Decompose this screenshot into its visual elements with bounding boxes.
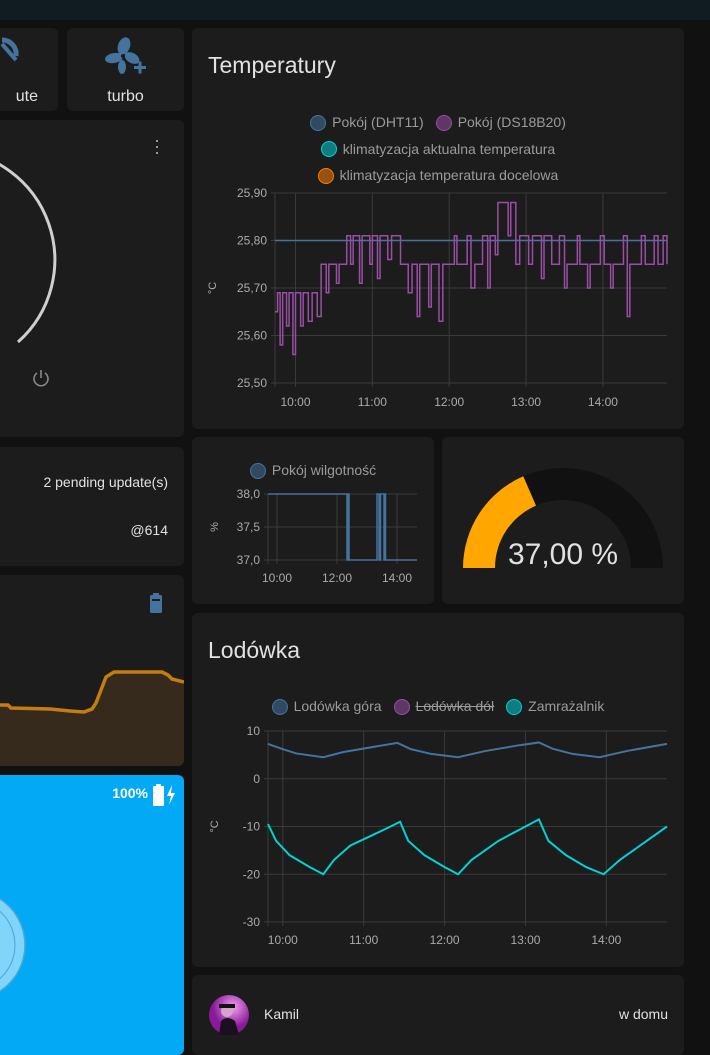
x-tick-label: 12:00 [430,933,460,947]
y-tick-label: -10 [243,820,261,834]
x-tick-label: 11:00 [349,933,378,947]
x-tick-label: 12:00 [322,571,352,585]
thermostat-card: · · · [0,120,184,437]
battery-graph-card[interactable] [0,575,184,766]
y-tick-label: 37,0 [237,553,261,567]
x-tick-label: 12:00 [434,395,464,409]
x-tick-label: 13:00 [510,933,540,947]
y-tick-label: 37,5 [237,520,261,534]
y-tick-label: 25,60 [237,329,267,343]
temperature-chart[interactable]: 25,50 25,60 25,70 25,80 25,90 10:00 11:00 12:00… [192,28,684,429]
battery-history-graph [0,670,184,766]
y-tick-label: 38,0 [237,487,261,501]
x-tick-label: 13:00 [511,395,541,409]
y-tick-label: 25,50 [237,376,267,390]
version-text: @614 [130,522,168,538]
humidity-gauge [463,468,663,568]
y-tick-label: 25,70 [237,281,267,295]
person-name: Kamil [264,1006,300,1022]
y-axis-label: °C [209,820,221,832]
humidity-gauge-card[interactable]: 37,00 % [442,437,684,604]
x-tick-label: 10:00 [262,571,292,585]
y-tick-label: 25,90 [237,186,267,200]
person-state: w domu [618,1006,668,1022]
top-bar [0,0,710,20]
y-axis-label: % [209,522,221,532]
thermostat-dial[interactable] [0,120,184,437]
turbo-label: turbo [107,88,144,105]
x-tick-label: 10:00 [268,933,298,947]
x-tick-label: 11:00 [358,395,387,409]
temperature-card: Temperatury Pokój (DHT11) Pokój (DS18B20)… [192,28,684,429]
y-tick-label: 25,80 [237,234,267,248]
fridge-card: Lodówka Lodówka góra Lodówka dół Zamrażaln… [192,613,684,967]
fridge-chart[interactable]: -30 -20 -10 0 10 10:00 11:00 12:00 13:00 14:00 °C [192,613,684,967]
pending-updates-text: 2 pending update(s) [43,474,168,490]
y-tick-label: -20 [243,867,261,881]
y-axis-label: °C [207,282,219,294]
humidity-card: Pokój wilgotność 37,0 37,5 38,0 10:00 12:00 1… [192,437,434,604]
x-tick-label: 14:00 [588,395,618,409]
gauge-value: 37,00 % [507,538,619,571]
x-tick-label: 10:00 [280,395,310,409]
vacuum-card[interactable]: 100% [0,775,184,1055]
fan-plus-icon [105,37,146,74]
mute-button[interactable]: ute [0,28,58,111]
humidity-chart[interactable]: 37,0 37,5 38,0 10:00 12:00 14:00% [192,437,434,604]
updates-card[interactable]: 2 pending update(s) @614 [0,447,184,566]
y-tick-label: -30 [243,915,261,929]
power-icon[interactable] [32,369,50,387]
x-tick-label: 14:00 [591,933,621,947]
mute-label: ute [15,88,38,105]
series-line [267,741,668,759]
series-line [275,201,668,356]
vacuum-robot-image [0,898,26,992]
series-line [267,817,668,876]
person-card[interactable]: Kamil w domu [192,975,684,1055]
y-tick-label: 10 [247,724,261,738]
avatar [209,995,249,1035]
more-menu-icon[interactable]: · · · [154,131,160,161]
mute-icon [0,37,19,62]
y-tick-label: 0 [253,772,260,786]
vacuum-battery-text: 100% [112,785,148,801]
battery-charging-icon [153,784,175,806]
x-tick-label: 14:00 [382,571,412,585]
turbo-button[interactable]: turbo [67,28,184,111]
